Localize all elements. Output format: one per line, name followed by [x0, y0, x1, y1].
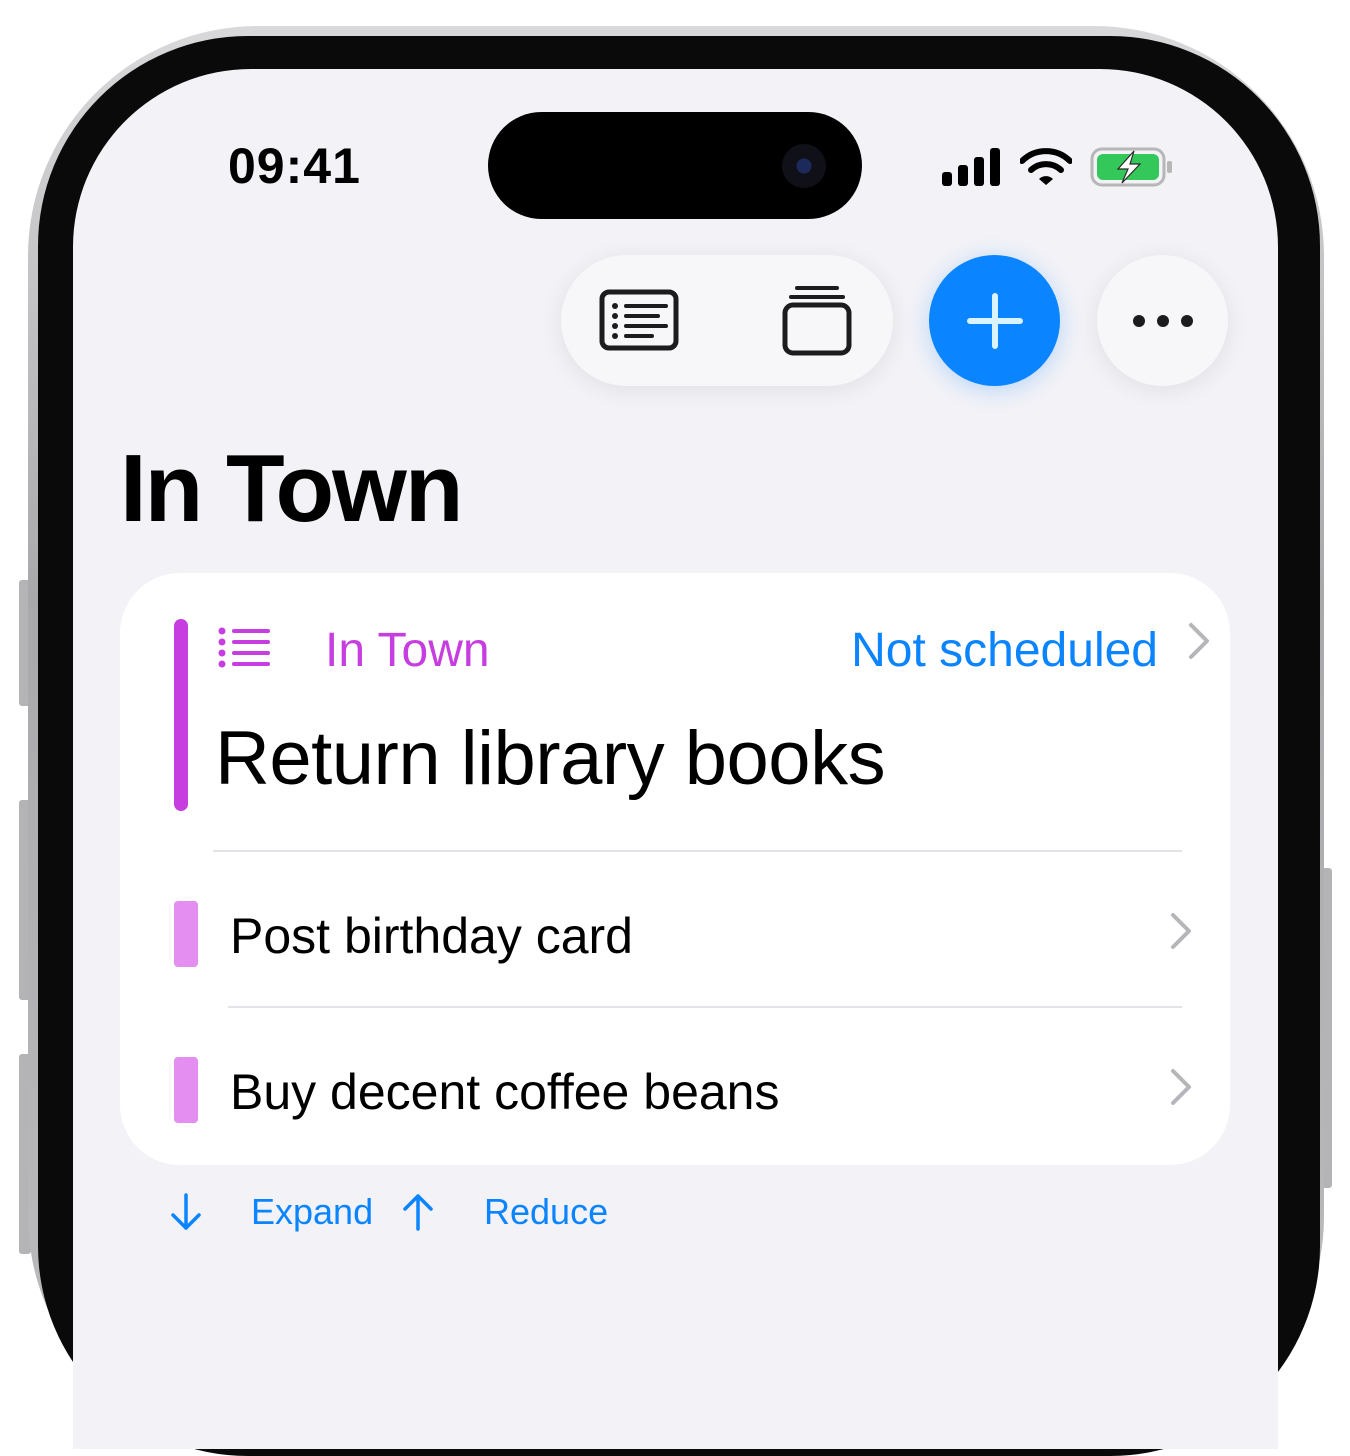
- cellular-signal-icon: [942, 148, 1000, 186]
- chevron-right-icon[interactable]: [1186, 621, 1212, 661]
- more-button[interactable]: [1097, 255, 1228, 386]
- list-item[interactable]: Post birthday card: [120, 871, 1230, 1001]
- reduce-label: Reduce: [484, 1191, 609, 1232]
- divider: [228, 1006, 1182, 1008]
- arrow-down-icon: [171, 1193, 201, 1230]
- status-icons: [942, 147, 1174, 187]
- chevron-right-icon: [1171, 1069, 1191, 1105]
- list-color-bar: [174, 619, 188, 811]
- list-view-button[interactable]: [589, 280, 689, 360]
- list-item[interactable]: Buy decent coffee beans: [120, 1027, 1230, 1157]
- add-button[interactable]: [929, 255, 1060, 386]
- arrow-up-icon: [403, 1194, 433, 1231]
- expand-control[interactable]: Expand: [169, 1187, 373, 1237]
- wifi-icon: [1020, 148, 1072, 185]
- schedule-button[interactable]: Not scheduled: [851, 623, 1158, 678]
- divider: [213, 850, 1182, 852]
- reduce-control[interactable]: Reduce: [401, 1187, 608, 1237]
- list-name[interactable]: In Town: [325, 623, 490, 678]
- status-time: 09:41: [228, 138, 361, 194]
- phone-screen: 09:41 In Town In Town Not scheduled Retu…: [73, 69, 1278, 1449]
- list-item-label: Buy decent coffee beans: [230, 1064, 780, 1120]
- expand-label: Expand: [251, 1191, 374, 1232]
- stack-view-icon: [782, 286, 852, 356]
- list-item-color-bar: [174, 901, 198, 967]
- plus-icon: [966, 292, 1023, 349]
- task-card: In Town Not scheduled Return library boo…: [120, 573, 1230, 1165]
- list-bullet-icon: [218, 627, 270, 668]
- more-icon: [1132, 314, 1193, 327]
- view-mode-toolbar: [561, 255, 893, 386]
- page-title: In Town: [120, 435, 463, 542]
- list-view-icon: [599, 289, 679, 351]
- chevron-right-icon: [1171, 913, 1191, 949]
- stack-view-button[interactable]: [767, 280, 867, 360]
- main-task-title[interactable]: Return library books: [215, 715, 886, 802]
- list-item-color-bar: [174, 1057, 198, 1123]
- list-item-label: Post birthday card: [230, 908, 633, 964]
- battery-charging-icon: [1090, 147, 1172, 187]
- camera-icon: [782, 144, 826, 188]
- dynamic-island: [488, 112, 862, 219]
